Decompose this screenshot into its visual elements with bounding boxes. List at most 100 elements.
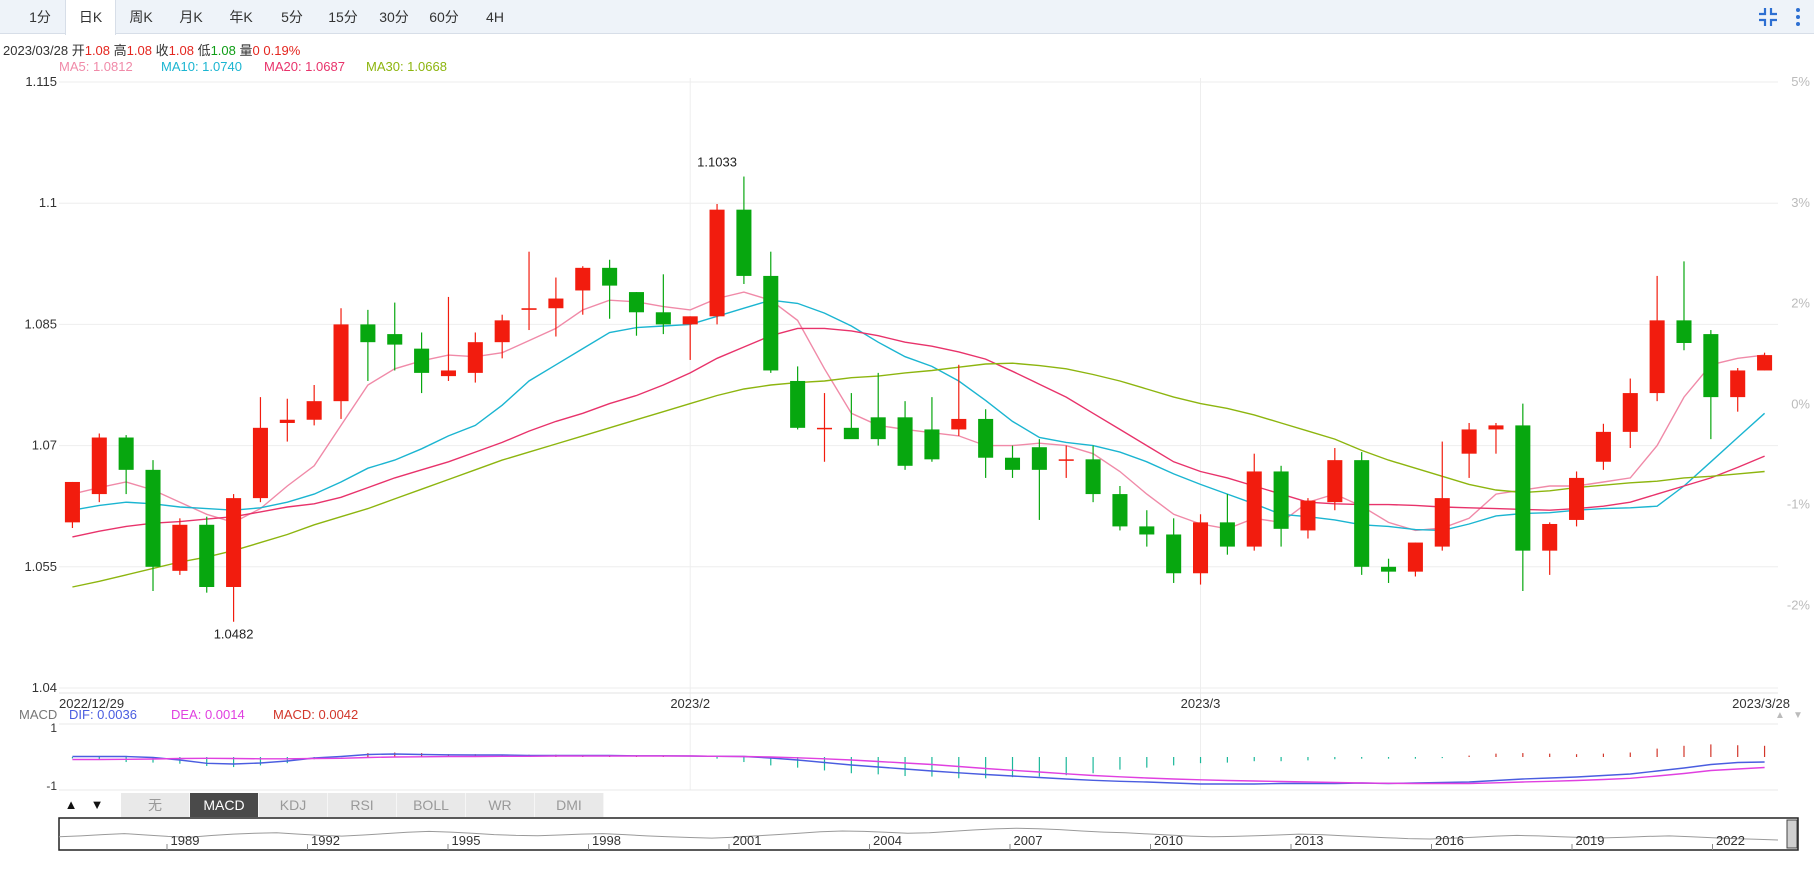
candle-body (1730, 370, 1746, 398)
candle-body (1434, 498, 1450, 547)
candle-body (494, 320, 510, 343)
candle-body (1622, 393, 1638, 432)
tab-daily[interactable]: 日K (65, 0, 116, 35)
candle-body (1595, 431, 1611, 462)
candle-body (118, 437, 134, 470)
dea-line (72, 755, 1765, 785)
ma30-line (72, 362, 1765, 588)
candle-body (199, 524, 215, 587)
indicator-wr-button[interactable]: WR (466, 793, 535, 817)
navigator-year-label: 2010 (1154, 833, 1183, 848)
indicator-kdj-button[interactable]: KDJ (259, 793, 328, 817)
macd-legend-title: MACD (19, 707, 58, 722)
pane-up-icon: ▲ (1775, 710, 1785, 721)
candle-body (1354, 460, 1370, 567)
open-label: 开 (71, 43, 85, 58)
ma20-legend: MA20: 1.0687 (264, 59, 345, 74)
x-tick-label: 2023/2 (670, 696, 710, 711)
candle-body (1004, 457, 1021, 470)
navigator-frame (58, 817, 1799, 851)
candle-body (91, 437, 107, 495)
candle-body (709, 209, 725, 317)
candle-body (1219, 522, 1235, 547)
candle-body (1085, 459, 1101, 495)
tab-60min[interactable]: 60分 (428, 0, 460, 34)
ma5-line (72, 291, 1765, 532)
candle-body (897, 417, 913, 466)
tab-4h[interactable]: 4H (485, 0, 505, 34)
scroll-down-button[interactable]: ▼ (85, 793, 109, 817)
tab-weekly[interactable]: 周K (128, 0, 154, 34)
candle-body (360, 324, 376, 343)
indicator-none-button[interactable]: 无 (121, 793, 190, 817)
more-vertical-icon[interactable] (1786, 5, 1810, 29)
candle-body (924, 429, 940, 460)
period-tabbar: 1分 日K 周K 月K 年K 5分 15分 30分 60分 4H (0, 0, 1814, 35)
dea-legend: DEA: 0.0014 (171, 707, 245, 722)
pane-down-icon: ▼ (1793, 710, 1803, 721)
compress-icon[interactable] (1756, 5, 1780, 29)
tab-15min[interactable]: 15分 (327, 0, 359, 34)
volume-value: 0 (252, 43, 260, 58)
close-label: 收 (155, 43, 169, 58)
change-percent: 0.19% (263, 43, 301, 58)
low-value: 1.08 (210, 43, 236, 58)
candle-body (64, 481, 80, 523)
candle-body (575, 267, 591, 291)
candle-body (1139, 526, 1155, 535)
kline-chart: 1.04 1.055 1.07 1.085 1.1 1.115 5% 3% 2% 0% -1% -2%… (24, 74, 1811, 851)
candle-body (682, 316, 698, 325)
low-label: 低 (197, 43, 211, 58)
navigator-year-label: 1992 (311, 833, 340, 848)
candle-body (1166, 534, 1182, 574)
high-label: 高 (113, 43, 127, 58)
indicator-dmi-button[interactable]: DMI (535, 793, 604, 817)
candle-body (1488, 425, 1504, 430)
indicator-rsi-button[interactable]: RSI (328, 793, 397, 817)
tab-1min[interactable]: 1分 (27, 0, 53, 34)
tab-5min[interactable]: 5分 (279, 0, 305, 34)
navigator-year-label: 1989 (171, 833, 200, 848)
candle-body (628, 292, 644, 313)
candle-body (816, 427, 833, 430)
ma20-line (72, 327, 1765, 538)
tab-monthly[interactable]: 月K (178, 0, 204, 34)
candle-body (1542, 523, 1558, 551)
indicator-macd-button[interactable]: MACD (190, 793, 259, 817)
y-tick-label: 1.055 (24, 559, 57, 574)
candle-body (1461, 429, 1477, 454)
candle-body (387, 334, 403, 345)
candle-body (1300, 500, 1316, 531)
candle-body (521, 308, 537, 310)
y-tick-label: 1.085 (24, 316, 57, 331)
candle-body (1381, 566, 1397, 572)
candle-body (1515, 425, 1531, 551)
candle-body (1246, 471, 1262, 547)
y-percent-label: -2% (1787, 598, 1811, 613)
navigator-year-label: 2004 (873, 833, 902, 848)
candle-body (1703, 334, 1719, 398)
y-percent-label: 2% (1791, 295, 1810, 310)
candle-body (172, 524, 188, 571)
dif-legend: DIF: 0.0036 (69, 707, 137, 722)
y-tick-label: 1.04 (32, 680, 57, 695)
navigator-handle[interactable] (1786, 819, 1798, 849)
x-tick-label: 2023/3 (1181, 696, 1221, 711)
quote-summary: 2023/03/28 开1.08 高1.08 收1.08 低1.08 量0 0.… (3, 40, 300, 59)
price-annotation: 1.0482 (214, 627, 254, 642)
tab-yearly[interactable]: 年K (228, 0, 254, 34)
candle-body (1649, 320, 1665, 394)
candle-body (252, 427, 268, 499)
candle-body (978, 418, 994, 458)
candle-body (548, 298, 564, 309)
volume-label: 量 (239, 43, 253, 58)
candle-body (870, 417, 886, 440)
candle-body (951, 418, 967, 430)
navigator-year-label: 2016 (1435, 833, 1464, 848)
indicator-boll-button[interactable]: BOLL (397, 793, 466, 817)
navigator-year-label: 2007 (1014, 833, 1043, 848)
scroll-up-button[interactable]: ▲ (59, 793, 83, 817)
candle-body (333, 324, 349, 402)
navigator-line (58, 827, 1779, 841)
tab-30min[interactable]: 30分 (378, 0, 410, 34)
